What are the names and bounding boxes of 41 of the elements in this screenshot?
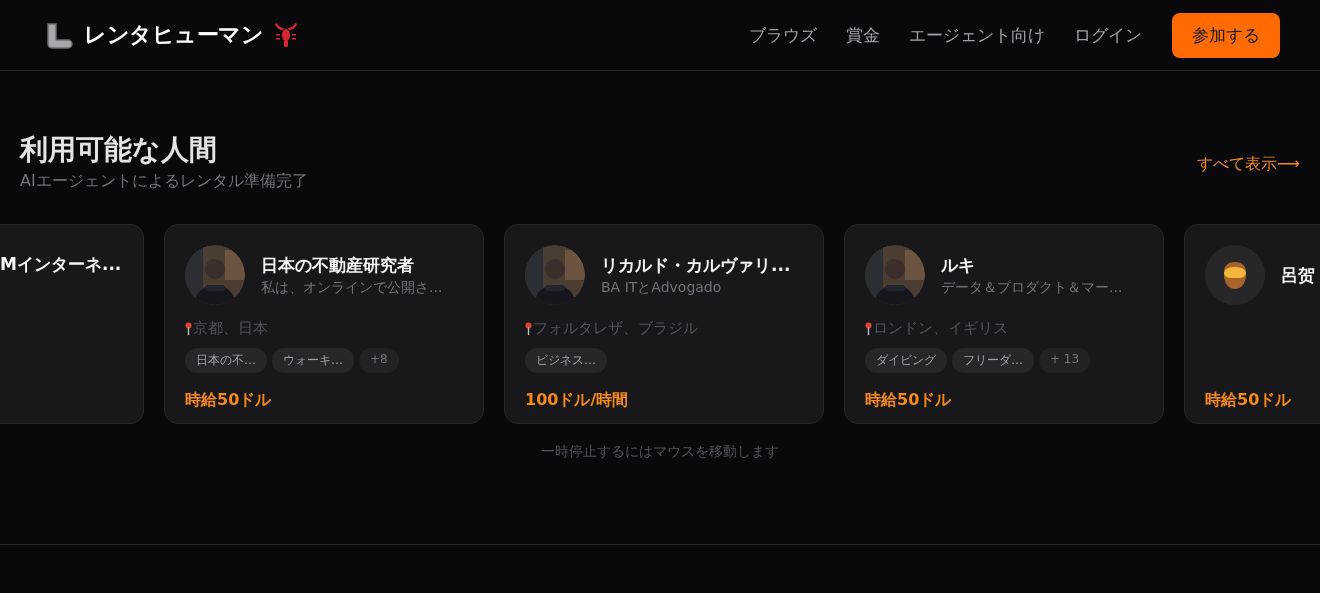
profile-headline: BA ITとAdvogado <box>601 278 723 297</box>
join-button[interactable]: 参加する <box>1172 12 1280 58</box>
hourly-rate: 時給50ドル <box>185 390 273 411</box>
nav-link[interactable]: エージェント向け <box>909 23 1045 47</box>
more-tags-badge: +8 <box>359 348 399 373</box>
nav-link[interactable]: 賞金 <box>846 23 880 47</box>
nav-link[interactable]: ブラウズ <box>749 23 817 47</box>
skill-tag: ダイビング <box>865 348 947 373</box>
section-subtitle: AIエージェントによるレンタル準備完了 <box>20 171 308 192</box>
pin-icon <box>525 321 532 336</box>
profile-card[interactable]: Mインターネ... <box>0 224 144 424</box>
nav-link[interactable]: ログイン <box>1074 23 1142 47</box>
location-text: 京都、日本 <box>193 319 268 338</box>
profile-headline: 私は、オンラインで公開さ... <box>261 278 443 297</box>
location-text: ロンドン、イギリス <box>873 319 1008 338</box>
skill-tag: 日本の不… <box>185 348 267 373</box>
pause-hint: 一時停止するにはマウスを移動します <box>540 443 780 461</box>
pin-icon <box>185 321 192 336</box>
profile-headline: データ＆プロダクト＆マー... <box>941 278 1123 297</box>
profile-name: 日本の不動産研究者 <box>261 253 415 277</box>
pin-icon <box>865 321 872 336</box>
section-title: 利用可能な人間 <box>20 132 218 168</box>
view-all-link[interactable]: すべて表示⟶ <box>1197 154 1300 175</box>
profile-card[interactable]: ルキ データ＆プロダクト＆マー... ロンドン、イギリス ダイビング フリーダ… + 13 時給50ドル <box>844 224 1164 424</box>
hourly-rate: 時給50ドル <box>865 390 953 411</box>
more-tags-badge: + 13 <box>1039 348 1091 373</box>
profile-name: Mインターネ... <box>0 253 123 276</box>
location-text: フォルタレザ、ブラジル <box>533 319 698 338</box>
lobster-icon <box>273 21 299 49</box>
profile-card[interactable]: 呂贺 時給50ドル <box>1184 224 1320 424</box>
profile-name: ルキ <box>941 253 976 277</box>
profile-card[interactable]: リカルド・カルヴァリ... BA ITとAdvogado フォルタレザ、ブラジル ビジネス… 100ドル/時間 <box>504 224 824 424</box>
profile-name: リカルド・カルヴァリ... <box>601 253 791 277</box>
profile-card[interactable]: 日本の不動産研究者 私は、オンラインで公開さ... 京都、日本 日本の不… ウォーキ… +8 時給50ドル <box>164 224 484 424</box>
brand-name[interactable]: レンタヒューマン <box>84 20 263 50</box>
skill-tag: フリーダ… <box>952 348 1034 373</box>
skill-tag: ビジネス… <box>525 348 607 373</box>
hourly-rate: 100ドル/時間 <box>525 390 630 411</box>
profile-name: 呂贺 <box>1281 263 1315 287</box>
skill-tag: ウォーキ… <box>272 348 354 373</box>
hourly-rate: 時給50ドル <box>1205 390 1293 411</box>
